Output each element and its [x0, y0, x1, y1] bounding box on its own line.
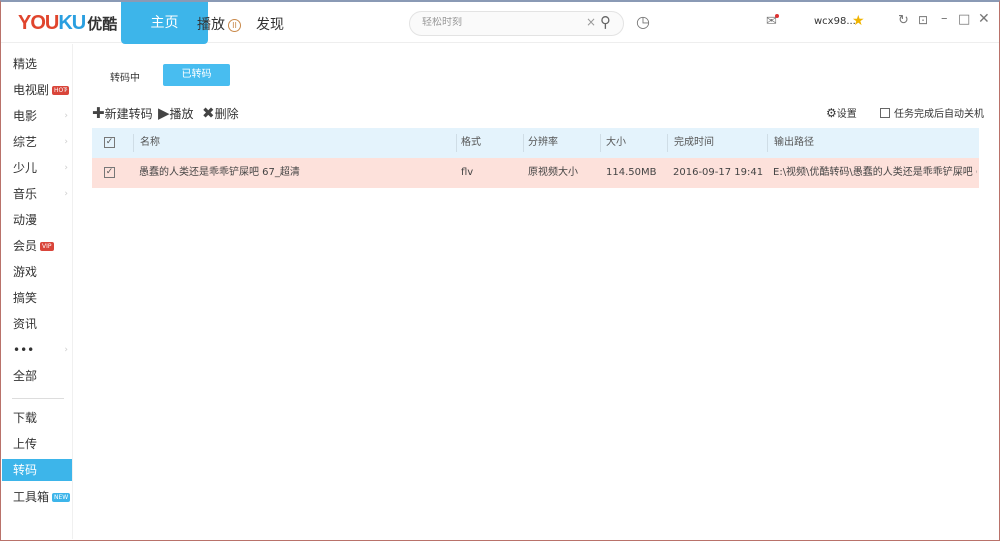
window-frame: [0, 0, 1000, 541]
chevron-right-icon: ›: [64, 189, 68, 199]
chevron-right-icon: ›: [64, 163, 68, 173]
search-input[interactable]: [422, 17, 582, 28]
nav-play[interactable]: 播放 II: [197, 14, 241, 34]
new-transcode-button[interactable]: ✚新建转码: [92, 104, 153, 122]
gear-icon: ⚙: [826, 106, 837, 120]
sidebar-item-music[interactable]: 音乐 ›: [2, 183, 72, 205]
sidebar-item-variety[interactable]: 综艺 ›: [2, 131, 72, 153]
chevron-right-icon: ›: [64, 137, 68, 147]
cell-format: flv: [461, 167, 474, 178]
close-icon[interactable]: ✕: [978, 11, 990, 27]
sidebar-item-upload[interactable]: 上传: [2, 433, 72, 455]
nav-discover[interactable]: 发现: [256, 14, 284, 34]
sidebar-item-toolbox[interactable]: 工具箱 NEW: [2, 486, 72, 508]
sidebar-item-funny[interactable]: 搞笑: [2, 287, 72, 309]
tab-transcoding[interactable]: 转码中: [110, 69, 140, 84]
cell-name: 愚蠢的人类还是乖乖铲屎吧 67_超清: [139, 167, 300, 178]
col-format[interactable]: 格式: [461, 128, 481, 158]
plus-icon: ✚: [92, 104, 105, 122]
col-resolution[interactable]: 分辨率: [528, 128, 558, 158]
col-finish-time[interactable]: 完成时间: [674, 128, 714, 158]
minimize-icon[interactable]: –: [941, 11, 948, 26]
nav-home[interactable]: 主页: [121, 2, 208, 44]
history-clock-icon[interactable]: ◷: [636, 12, 650, 31]
refresh-icon[interactable]: ↻: [898, 13, 909, 28]
play-button[interactable]: ▶播放: [158, 104, 194, 122]
vip-crown-icon: ★: [852, 13, 865, 29]
maximize-icon[interactable]: □: [958, 12, 970, 27]
delete-x-icon: ✖: [202, 104, 215, 122]
sidebar-item-vip[interactable]: 会员 VIP: [2, 235, 72, 257]
sidebar-item-all[interactable]: 全部: [2, 365, 72, 387]
col-size[interactable]: 大小: [606, 128, 626, 158]
auto-shutdown-checkbox[interactable]: 任务完成后自动关机: [880, 105, 984, 120]
transcoded-table: ✓ 名称 格式 分辨率 大小 完成时间 输出路径 ✓ 愚蠢的人类还是乖乖铲屎吧 …: [92, 128, 979, 188]
sidebar-divider: [12, 398, 64, 399]
sidebar-item-anime[interactable]: 动漫: [2, 209, 72, 231]
sidebar-item-movies[interactable]: 电影 ›: [2, 105, 72, 127]
select-all-checkbox[interactable]: ✓: [104, 137, 115, 148]
vip-badge: VIP: [40, 242, 54, 251]
clear-icon[interactable]: ×: [586, 15, 596, 29]
sidebar-item-games[interactable]: 游戏: [2, 261, 72, 283]
sidebar-item-more[interactable]: ••• ›: [2, 339, 72, 361]
sidebar-item-transcode[interactable]: 转码: [2, 459, 72, 481]
row-checkbox[interactable]: ✓: [104, 167, 115, 178]
cell-output-path: E:\视频\优酷转码\愚蠢的人类还是乖乖铲屎吧 6...: [773, 167, 977, 178]
col-name[interactable]: 名称: [140, 128, 160, 158]
mail-icon[interactable]: ✉: [766, 14, 779, 29]
cell-resolution: 原视频大小: [528, 167, 578, 178]
checkbox-icon: [880, 108, 890, 118]
new-badge: NEW: [52, 493, 71, 502]
delete-button[interactable]: ✖删除: [202, 104, 239, 122]
youku-logo[interactable]: YOUKU 优酷: [18, 12, 117, 35]
sidebar-item-news[interactable]: 资讯: [2, 313, 72, 335]
table-header: ✓ 名称 格式 分辨率 大小 完成时间 输出路径: [92, 128, 979, 158]
settings-button[interactable]: ⚙设置: [826, 105, 857, 120]
search-icon[interactable]: ⚲: [600, 13, 611, 31]
play-icon: ▶: [158, 104, 170, 122]
sidebar-item-featured[interactable]: 精选: [2, 53, 72, 75]
col-output-path[interactable]: 输出路径: [774, 128, 814, 158]
chevron-right-icon: ›: [64, 111, 68, 121]
cell-size: 114.50MB: [606, 167, 657, 178]
chevron-right-icon: ›: [64, 345, 68, 355]
chevron-right-icon: ›: [64, 85, 68, 95]
username[interactable]: wcx98...: [814, 16, 856, 27]
pause-icon: II: [228, 19, 241, 32]
mini-mode-icon[interactable]: ⊡: [918, 13, 928, 27]
header: YOUKU优酷 主页 播放II 发现 × ⚲ ◷ ✉ wcx98... ★ ↻ …: [1, 2, 999, 44]
search-box: × ⚲: [409, 11, 624, 36]
cell-finish-time: 2016-09-17 19:41: [673, 167, 764, 178]
sidebar: 精选 电视剧 HOT › 电影 › 综艺 › 少儿 › 音乐 › 动漫 会员 VIP 游戏 搞…: [2, 44, 73, 539]
sidebar-item-kids[interactable]: 少儿 ›: [2, 157, 72, 179]
sidebar-item-tv[interactable]: 电视剧 HOT ›: [2, 79, 72, 101]
sidebar-item-download[interactable]: 下载: [2, 407, 72, 429]
tab-transcoded[interactable]: 已转码: [163, 64, 230, 86]
table-row[interactable]: ✓ 愚蠢的人类还是乖乖铲屎吧 67_超清 flv 原视频大小 114.50MB …: [92, 158, 979, 188]
